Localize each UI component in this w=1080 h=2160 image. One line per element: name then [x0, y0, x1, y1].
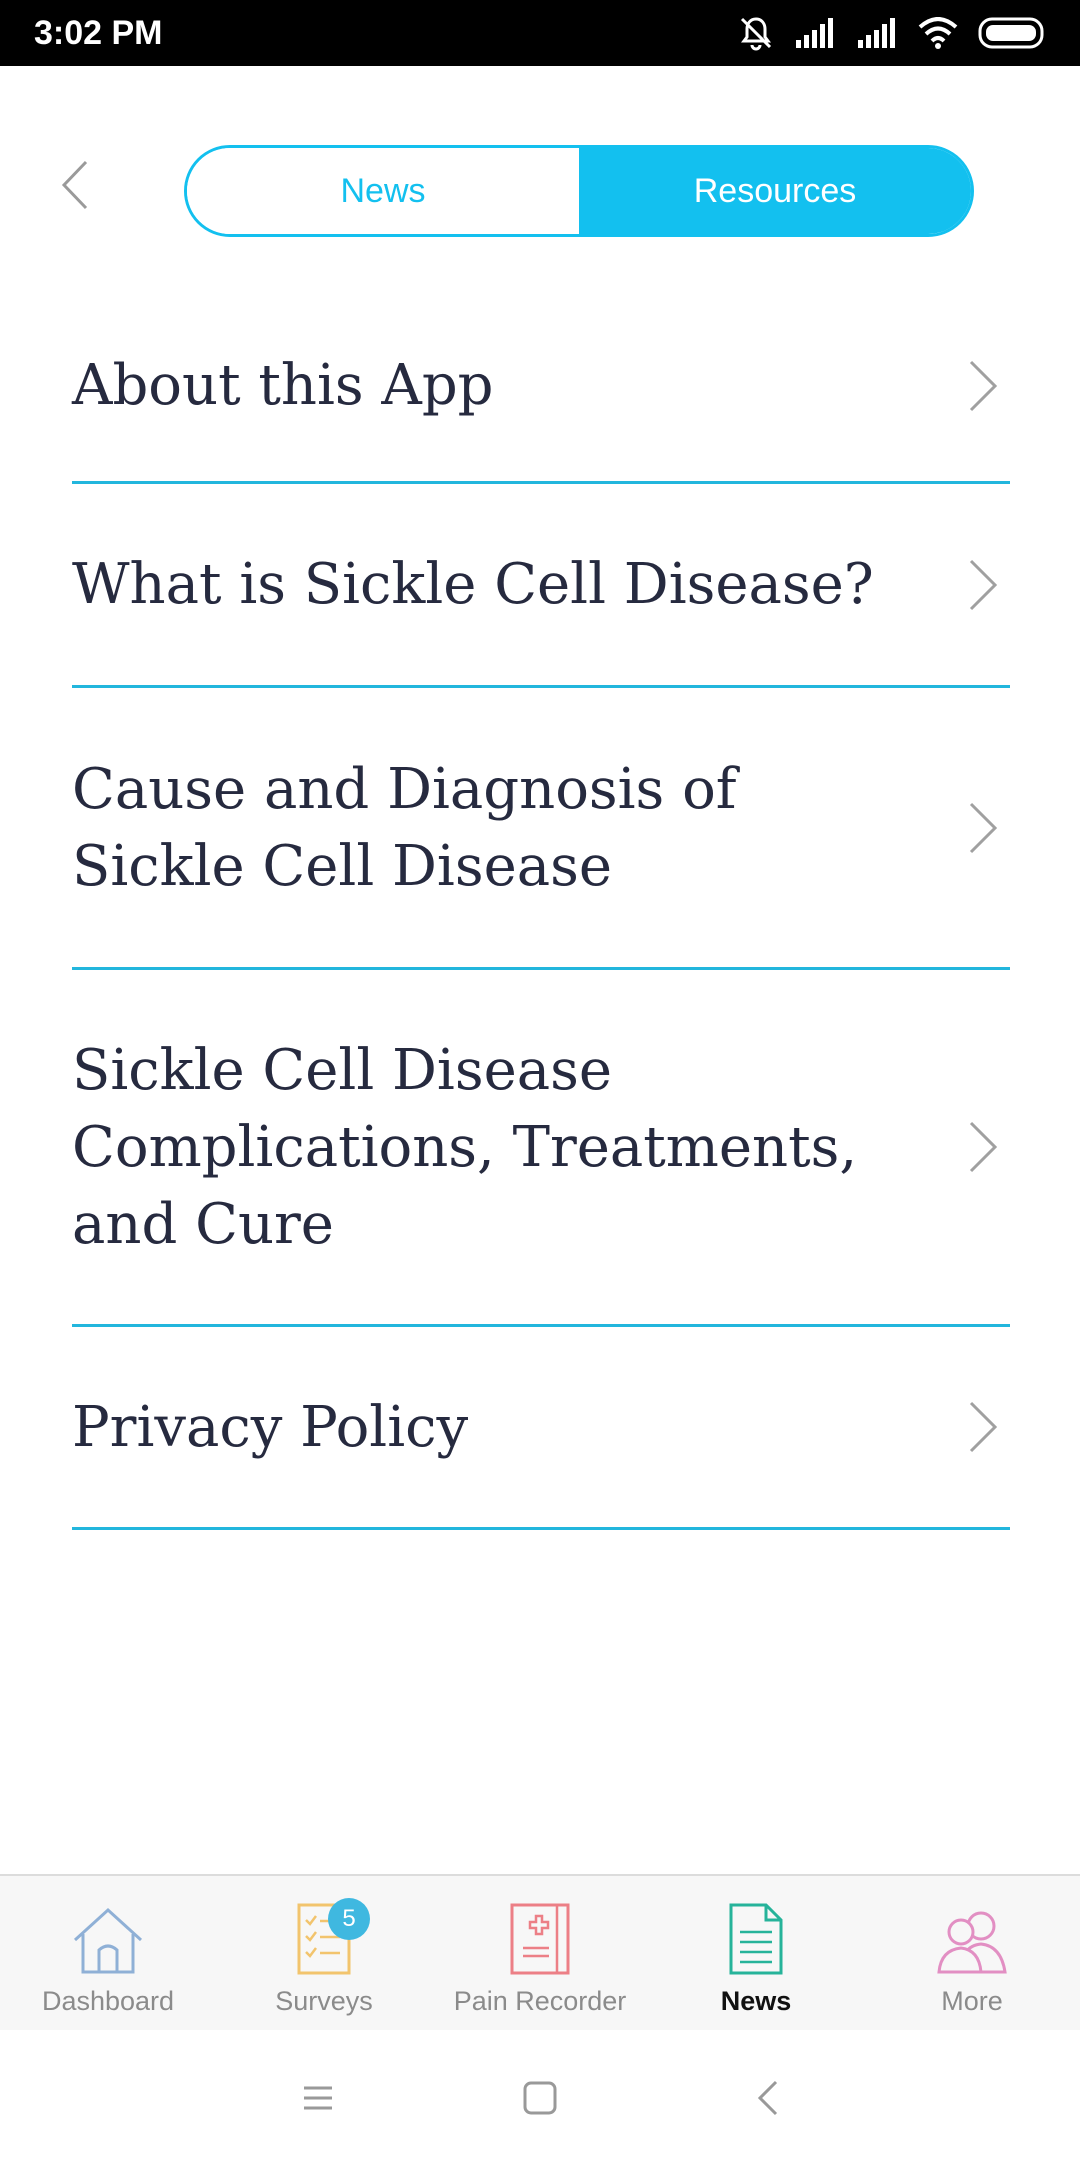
tab-resources[interactable]: Resources [579, 148, 971, 234]
medical-notebook-icon [510, 1903, 570, 1975]
wifi-icon [918, 17, 958, 49]
list-item-label: Cause and Diagnosis of Sickle Cell Disea… [72, 756, 737, 899]
document-icon [729, 1903, 783, 1975]
back-triangle-icon [757, 2080, 778, 2116]
surveys-badge: 5 [328, 1898, 370, 1940]
status-icons [738, 14, 1046, 52]
tab-surveys[interactable]: 5 Surveys [216, 1876, 432, 2032]
status-time: 3:02 PM [34, 14, 163, 52]
tab-label: Pain Recorder [453, 1986, 627, 2016]
home-button[interactable] [510, 2068, 570, 2128]
battery-icon [978, 17, 1044, 49]
list-item-cause-diagnosis[interactable]: Cause and Diagnosis of Sickle Cell Disea… [72, 688, 1010, 970]
chevron-right-icon [969, 559, 998, 610]
tab-label: Surveys [275, 1986, 373, 2016]
list-item-label: Privacy Policy [72, 1394, 469, 1460]
tab-more[interactable]: More [864, 1876, 1080, 2032]
chevron-right-icon [969, 1401, 998, 1453]
system-back-button[interactable] [738, 2068, 798, 2128]
list-item-label: Sickle Cell Disease Complications, Treat… [72, 1037, 858, 1257]
back-button[interactable] [60, 160, 110, 220]
signal-icon-2 [858, 18, 895, 48]
tab-label: News [720, 1986, 792, 2016]
home-square-icon [523, 2081, 557, 2115]
tab-label: More [941, 1986, 1003, 2016]
menu-icon [304, 2086, 332, 2110]
people-icon [937, 1911, 1007, 1974]
chevron-right-icon [969, 802, 998, 853]
tab-dashboard[interactable]: Dashboard [0, 1876, 216, 2032]
list-item-complications[interactable]: Sickle Cell Disease Complications, Treat… [72, 970, 1010, 1327]
signal-icon [796, 18, 833, 48]
list-item-what-is-scd[interactable]: What is Sickle Cell Disease? [72, 484, 1010, 688]
system-nav-bar [0, 2030, 1080, 2160]
segmented-control: News Resources [184, 145, 974, 237]
chevron-right-icon [969, 1121, 998, 1173]
menu-button[interactable] [288, 2068, 348, 2128]
status-bar: 3:02 PM [0, 0, 1080, 66]
chevron-right-icon [969, 360, 998, 411]
mute-bell-icon [740, 17, 772, 51]
chevron-left-icon [61, 160, 88, 210]
bottom-tab-bar: Dashboard 5 Surveys Pain Recorder News M… [0, 1874, 1080, 2032]
list-item-label: What is Sickle Cell Disease? [72, 552, 874, 617]
list-item-about[interactable]: About this App [72, 290, 1010, 484]
list-item-label: About this App [72, 353, 494, 418]
house-icon [73, 1907, 143, 1974]
tab-label: Dashboard [41, 1986, 175, 2016]
resources-list: About this App What is Sickle Cell Disea… [72, 290, 1010, 1530]
tab-news-nav[interactable]: News [648, 1876, 864, 2032]
tab-news[interactable]: News [187, 148, 579, 234]
tab-pain-recorder[interactable]: Pain Recorder [432, 1876, 648, 2032]
list-item-privacy-policy[interactable]: Privacy Policy [72, 1327, 1010, 1530]
